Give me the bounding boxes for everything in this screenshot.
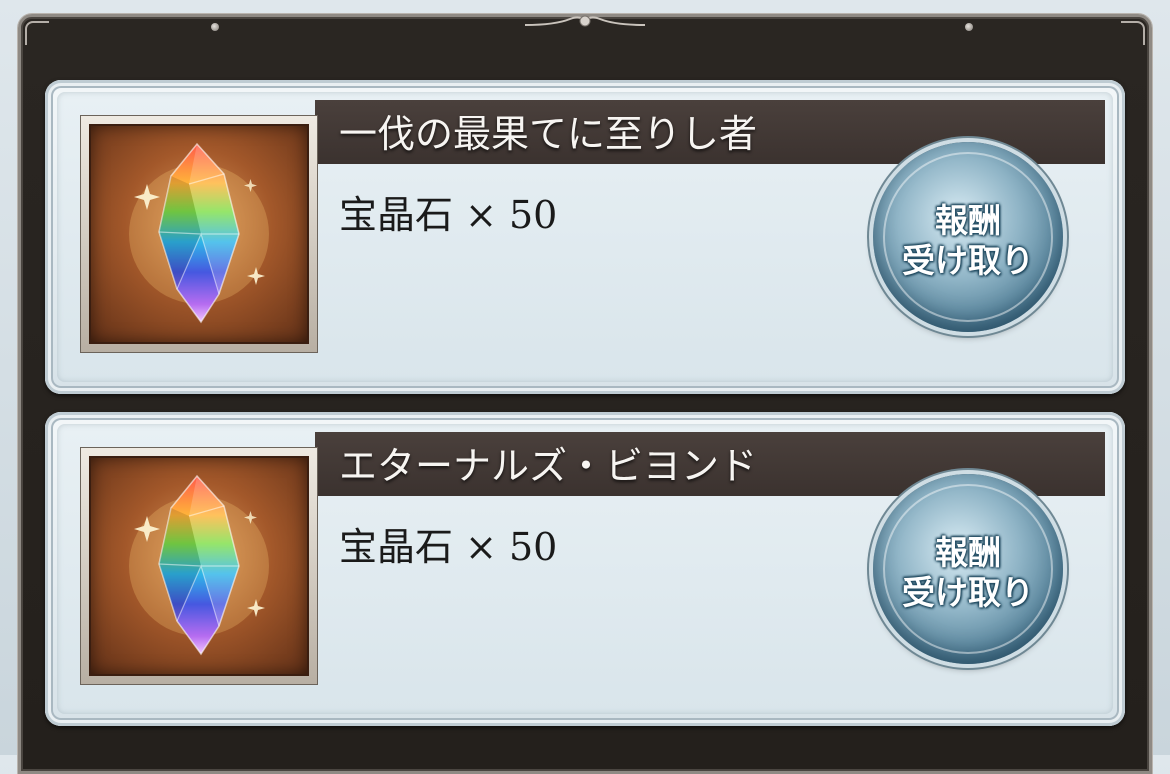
claim-reward-button[interactable]: 報酬 受け取り xyxy=(873,474,1063,664)
item-icon-frame xyxy=(81,116,317,352)
item-icon-frame xyxy=(81,448,317,684)
frame-corner xyxy=(1121,21,1145,45)
claim-reward-button[interactable]: 報酬 受け取り xyxy=(873,142,1063,332)
ornament-icon xyxy=(525,15,645,27)
frame-stud xyxy=(965,23,973,31)
rainbow-crystal-icon xyxy=(89,124,309,344)
frame-stud xyxy=(211,23,219,31)
rainbow-crystal-icon xyxy=(89,456,309,676)
frame-corner xyxy=(25,21,49,45)
claim-label-line2: 受け取り xyxy=(902,573,1034,612)
claim-label-line2: 受け取り xyxy=(902,241,1034,280)
reward-card: エターナルズ・ビヨンド 宝晶石 × 50 報酬 受け取り xyxy=(45,412,1125,726)
reward-title: エターナルズ・ビヨンド xyxy=(339,444,758,488)
reward-item: 宝晶石 × 50 xyxy=(339,525,558,569)
reward-item: 宝晶石 × 50 xyxy=(339,193,558,237)
reward-title: 一伐の最果てに至りし者 xyxy=(339,112,758,156)
reward-card: 一伐の最果てに至りし者 宝晶石 × 50 報酬 受け取り xyxy=(45,80,1125,394)
